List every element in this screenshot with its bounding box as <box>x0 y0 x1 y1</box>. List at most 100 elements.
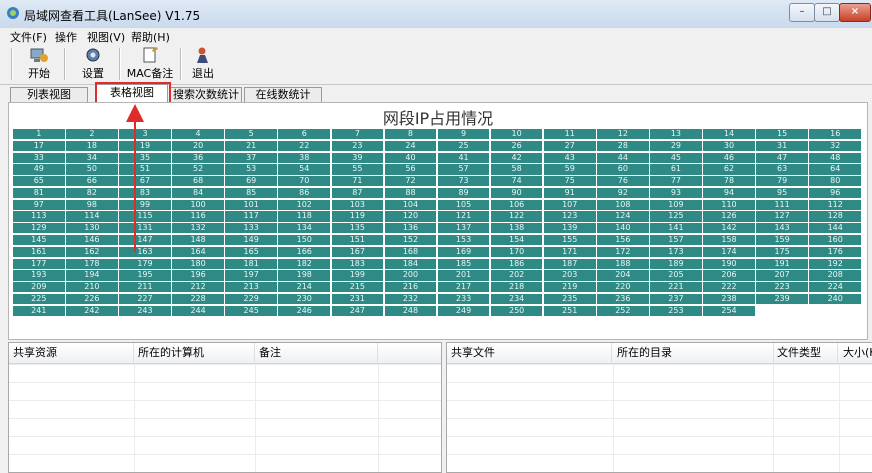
ip-cell[interactable]: 203 <box>543 270 596 281</box>
ip-cell[interactable]: 48 <box>809 152 861 163</box>
ip-cell[interactable]: 123 <box>543 211 596 222</box>
ip-cell[interactable]: 132 <box>172 223 224 234</box>
ip-cell[interactable]: 38 <box>278 152 331 163</box>
ip-cell[interactable]: 95 <box>756 187 808 199</box>
ip-cell[interactable]: 164 <box>172 246 224 257</box>
ip-cell[interactable]: 254 <box>703 305 755 316</box>
ip-cell[interactable]: 104 <box>384 199 437 210</box>
ip-cell[interactable]: 219 <box>543 282 596 293</box>
ip-cell[interactable]: 182 <box>278 258 331 269</box>
ip-cell[interactable]: 34 <box>66 152 118 163</box>
ip-cell[interactable]: 92 <box>597 187 649 199</box>
ip-cell[interactable]: 198 <box>278 270 331 281</box>
ip-cell[interactable]: 15 <box>756 129 808 140</box>
ip-cell[interactable]: 213 <box>225 282 277 293</box>
ip-cell[interactable]: 60 <box>597 164 649 175</box>
tab-list-view[interactable]: 列表视图 <box>10 87 88 102</box>
ip-cell[interactable]: 4 <box>172 129 224 140</box>
ip-cell[interactable]: 127 <box>756 211 808 222</box>
ip-cell[interactable]: 153 <box>437 235 490 246</box>
ip-cell[interactable]: 221 <box>650 282 702 293</box>
ip-cell[interactable]: 158 <box>703 235 755 246</box>
ip-cell[interactable]: 174 <box>703 246 755 257</box>
menu-help[interactable]: 帮助(H) <box>131 29 170 45</box>
ip-cell[interactable]: 62 <box>703 164 755 175</box>
ip-cell[interactable]: 179 <box>119 258 171 269</box>
ip-cell[interactable]: 209 <box>13 282 65 293</box>
ip-cell[interactable]: 54 <box>278 164 331 175</box>
ip-cell[interactable]: 188 <box>597 258 649 269</box>
ip-cell[interactable]: 68 <box>172 176 224 187</box>
ip-cell[interactable]: 14 <box>703 129 755 140</box>
ip-cell[interactable]: 253 <box>650 305 702 316</box>
ip-cell[interactable]: 234 <box>490 293 543 305</box>
ip-cell[interactable]: 195 <box>119 270 171 281</box>
ip-cell[interactable]: 176 <box>809 246 861 257</box>
column-header-computer[interactable]: 所在的计算机 <box>134 343 255 363</box>
column-header-size[interactable]: 大小(K <box>839 343 872 363</box>
column-header-file[interactable]: 共享文件 <box>447 343 612 363</box>
ip-cell[interactable]: 117 <box>225 211 277 222</box>
ip-cell[interactable]: 202 <box>490 270 543 281</box>
ip-cell[interactable]: 189 <box>650 258 702 269</box>
ip-cell[interactable]: 87 <box>331 187 384 199</box>
ip-cell[interactable]: 156 <box>597 235 649 246</box>
ip-cell[interactable]: 200 <box>384 270 437 281</box>
ip-cell[interactable]: 223 <box>756 282 808 293</box>
ip-cell[interactable]: 8 <box>384 129 437 140</box>
ip-cell[interactable]: 10 <box>490 129 543 140</box>
ip-cell[interactable]: 110 <box>703 199 755 210</box>
ip-cell[interactable]: 146 <box>66 235 118 246</box>
ip-cell[interactable]: 56 <box>384 164 437 175</box>
ip-cell[interactable]: 81 <box>13 187 65 199</box>
ip-cell[interactable]: 222 <box>703 282 755 293</box>
ip-cell[interactable]: 89 <box>437 187 490 199</box>
ip-cell[interactable]: 70 <box>278 176 331 187</box>
ip-cell[interactable]: 69 <box>225 176 277 187</box>
ip-cell[interactable]: 166 <box>278 246 331 257</box>
ip-cell[interactable]: 250 <box>490 305 543 316</box>
ip-cell[interactable]: 74 <box>490 176 543 187</box>
ip-cell[interactable]: 26 <box>490 140 543 151</box>
column-header-type[interactable]: 文件类型 <box>773 343 838 363</box>
ip-cell[interactable]: 220 <box>597 282 649 293</box>
ip-cell[interactable]: 246 <box>278 305 331 316</box>
column-header-note[interactable]: 备注 <box>255 343 378 363</box>
ip-cell[interactable]: 57 <box>437 164 490 175</box>
ip-cell[interactable]: 17 <box>13 140 65 151</box>
ip-cell[interactable]: 64 <box>809 164 861 175</box>
ip-cell[interactable]: 97 <box>13 199 65 210</box>
ip-cell[interactable]: 218 <box>490 282 543 293</box>
ip-cell[interactable]: 91 <box>543 187 596 199</box>
ip-cell[interactable]: 80 <box>809 176 861 187</box>
ip-cell[interactable]: 149 <box>225 235 277 246</box>
ip-cell[interactable]: 101 <box>225 199 277 210</box>
ip-cell[interactable]: 185 <box>437 258 490 269</box>
ip-cell[interactable]: 120 <box>384 211 437 222</box>
ip-cell[interactable]: 247 <box>331 305 384 316</box>
ip-cell[interactable]: 72 <box>384 176 437 187</box>
ip-cell[interactable]: 225 <box>13 293 65 305</box>
ip-cell[interactable]: 142 <box>703 223 755 234</box>
ip-cell[interactable]: 249 <box>437 305 490 316</box>
ip-cell[interactable]: 58 <box>490 164 543 175</box>
ip-cell[interactable]: 205 <box>650 270 702 281</box>
ip-cell[interactable]: 108 <box>597 199 649 210</box>
ip-cell[interactable]: 93 <box>650 187 702 199</box>
maximize-button[interactable]: □ <box>814 3 840 22</box>
ip-cell[interactable]: 128 <box>809 211 861 222</box>
ip-cell[interactable]: 36 <box>172 152 224 163</box>
ip-cell[interactable]: 100 <box>172 199 224 210</box>
ip-cell[interactable]: 167 <box>331 246 384 257</box>
ip-cell[interactable]: 172 <box>597 246 649 257</box>
ip-cell[interactable]: 227 <box>119 293 171 305</box>
ip-cell[interactable]: 27 <box>543 140 596 151</box>
ip-cell[interactable]: 160 <box>809 235 861 246</box>
ip-cell[interactable]: 165 <box>225 246 277 257</box>
ip-cell[interactable]: 76 <box>597 176 649 187</box>
ip-cell[interactable]: 1 <box>13 129 65 140</box>
ip-cell[interactable]: 239 <box>756 293 808 305</box>
ip-cell[interactable]: 31 <box>756 140 808 151</box>
ip-cell[interactable]: 181 <box>225 258 277 269</box>
ip-cell[interactable]: 63 <box>756 164 808 175</box>
